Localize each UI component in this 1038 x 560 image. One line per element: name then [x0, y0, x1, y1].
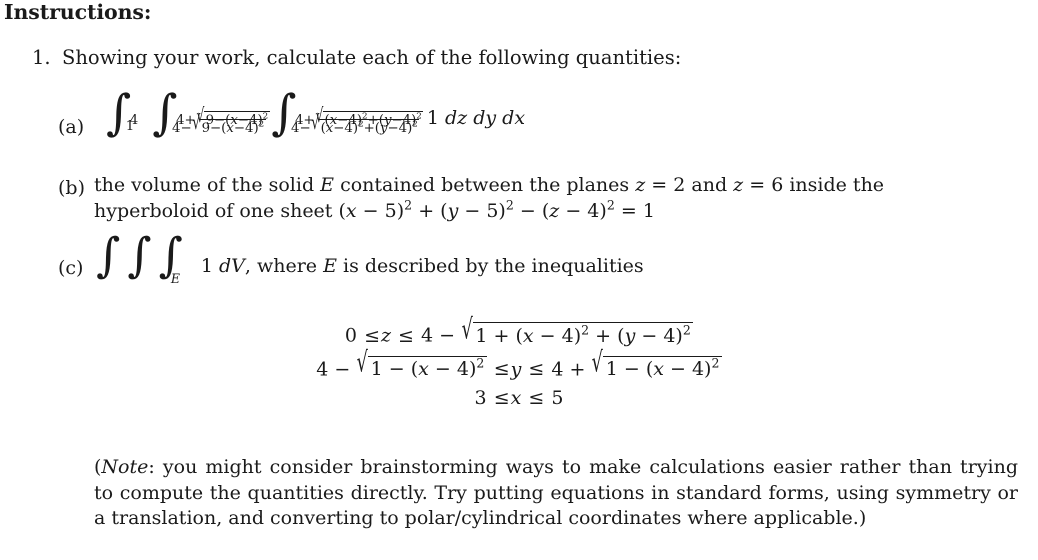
inner-lower-limit: 4−√ (x−4)2+(y−4)2	[290, 111, 420, 136]
inequality-row-z: 0 ≤z ≤ 4 − √ 1 + (x − 4)2 + (y − 4)2	[0, 312, 1038, 347]
equals-sign: =	[651, 174, 668, 196]
part-b-line2: hyperboloid of one sheet (x − 5)2 + (y −…	[94, 198, 1018, 224]
leq-icon: ≤	[364, 324, 380, 347]
list-item-prompt: Showing your work, calculate each of the…	[62, 46, 682, 69]
plane-value-6: 6	[771, 174, 784, 196]
z-upper-lead: 4	[421, 324, 434, 347]
differential-dz: dz	[444, 106, 468, 129]
part-c-label: (c)	[58, 257, 84, 279]
inner-integral: ∫4+√(x-4)2+(y-4)24+√(x−4)2+(y−4)24−√(x−4…	[271, 89, 424, 137]
note-label: Note	[101, 456, 149, 478]
equals-sign: =	[749, 174, 766, 196]
leq-icon: ≤	[528, 387, 545, 410]
solid-symbol-E: E	[320, 174, 335, 196]
differential-dV: dV	[218, 255, 245, 277]
radical-y-lower: √ 1 − (x − 4)2	[356, 346, 487, 380]
hyperboloid-phrase: hyperboloid of one sheet	[94, 200, 333, 222]
y-upper-lead: 4	[551, 358, 564, 381]
part-b-label: (b)	[58, 177, 85, 199]
differential-dy: dy	[473, 106, 497, 129]
page-title: Instructions:	[4, 0, 152, 24]
integrand-value: 1	[426, 106, 439, 129]
inequality-row-x: 3 ≤x ≤ 5	[0, 387, 1038, 409]
y-lower-lead: 4	[316, 358, 329, 381]
plane-variable-z2: z	[733, 174, 744, 196]
variable-y: y	[510, 358, 522, 381]
part-b-line1-end: inside the	[789, 174, 885, 196]
leq-icon: ≤	[493, 387, 510, 410]
hyperboloid-equation: (x − 5)2 + (y − 5)2 − (z − 4)2 = 1	[338, 197, 655, 222]
outer-lower-limit: 1	[125, 118, 135, 134]
differential-dx: dx	[502, 106, 526, 129]
part-c-equation: ∫ ∫ ∫E 1 dV, where E is described by the i…	[96, 228, 644, 286]
z-lower-bound: 0	[344, 324, 358, 347]
leq-icon: ≤	[398, 324, 414, 347]
inner-integral-limits: 4+√(x-4)2+(y-4)24+√(x−4)2+(y−4)24−√(x−4)…	[291, 104, 424, 136]
radical-z-upper: √ 1 + (x − 4)2 + (y − 4)2	[461, 312, 694, 347]
part-c-text-after: , where	[244, 255, 318, 277]
middle-integral: ∫4+√9-(x-4)24+√9−(x−4)24−√9−(x−4)2	[152, 89, 270, 137]
part-a-label: (a)	[58, 116, 85, 138]
conjunction-and: and	[691, 174, 728, 196]
note-paragraph: (Note: you might consider brainstorming …	[94, 455, 1018, 532]
middle-integral-limits: 4+√9-(x-4)24+√9−(x−4)24−√9−(x−4)2	[172, 104, 270, 136]
minus-sign: −	[334, 358, 351, 381]
list-item-number: 1.	[32, 46, 51, 69]
leq-icon: ≤	[528, 358, 545, 381]
part-c-tail: 1 dV, where E is described by the inequa…	[201, 255, 644, 277]
integral-icon: ∫	[127, 228, 152, 282]
plus-sign: +	[569, 358, 586, 381]
minus-sign: −	[439, 324, 456, 347]
part-a-integrand: 1 dz dy dx	[427, 107, 525, 129]
radical-y-upper: √ 1 − (x − 4)2	[591, 346, 722, 380]
variable-z: z	[380, 324, 391, 347]
part-b-line1-lead: the volume of the solid	[94, 174, 315, 196]
integral-icon: ∫	[158, 228, 183, 282]
x-lower-bound: 3	[474, 387, 487, 410]
region-symbol-E: E	[323, 255, 337, 277]
worksheet-page: Instructions: 1. Showing your work, calc…	[0, 0, 1038, 560]
part-c-text-end: is described by the inequalities	[343, 255, 644, 277]
inequalities-block: 0 ≤z ≤ 4 − √ 1 + (x − 4)2 + (y − 4)2 4 − …	[0, 312, 1038, 418]
part-b-line1-mid: contained between the planes	[340, 174, 630, 196]
leq-icon: ≤	[493, 358, 510, 381]
middle-lower-limit: 4−√ 9−(x−4)2	[172, 111, 266, 136]
part-a-equation: ∫441 ∫4+√9-(x-4)24+√9−(x−4)24−√9−(x−4)2 …	[106, 89, 525, 164]
integral-icon: ∫	[96, 228, 121, 282]
outer-integral: ∫441	[106, 89, 138, 137]
plane-variable-z1: z	[635, 174, 646, 196]
plane-value-2: 2	[673, 174, 686, 196]
variable-x: x	[510, 387, 522, 410]
part-c-integrand: 1	[200, 255, 213, 277]
outer-integral-limits: 441	[126, 113, 138, 135]
x-upper-bound: 5	[551, 387, 564, 410]
note-body: you might consider brainstorming ways to…	[94, 456, 1018, 529]
part-b-text: the volume of the solid E contained betw…	[94, 172, 1018, 224]
inequality-row-y: 4 − √ 1 − (x − 4)2 ≤y ≤ 4 + √ 1 − (x − 4)2	[0, 346, 1038, 381]
